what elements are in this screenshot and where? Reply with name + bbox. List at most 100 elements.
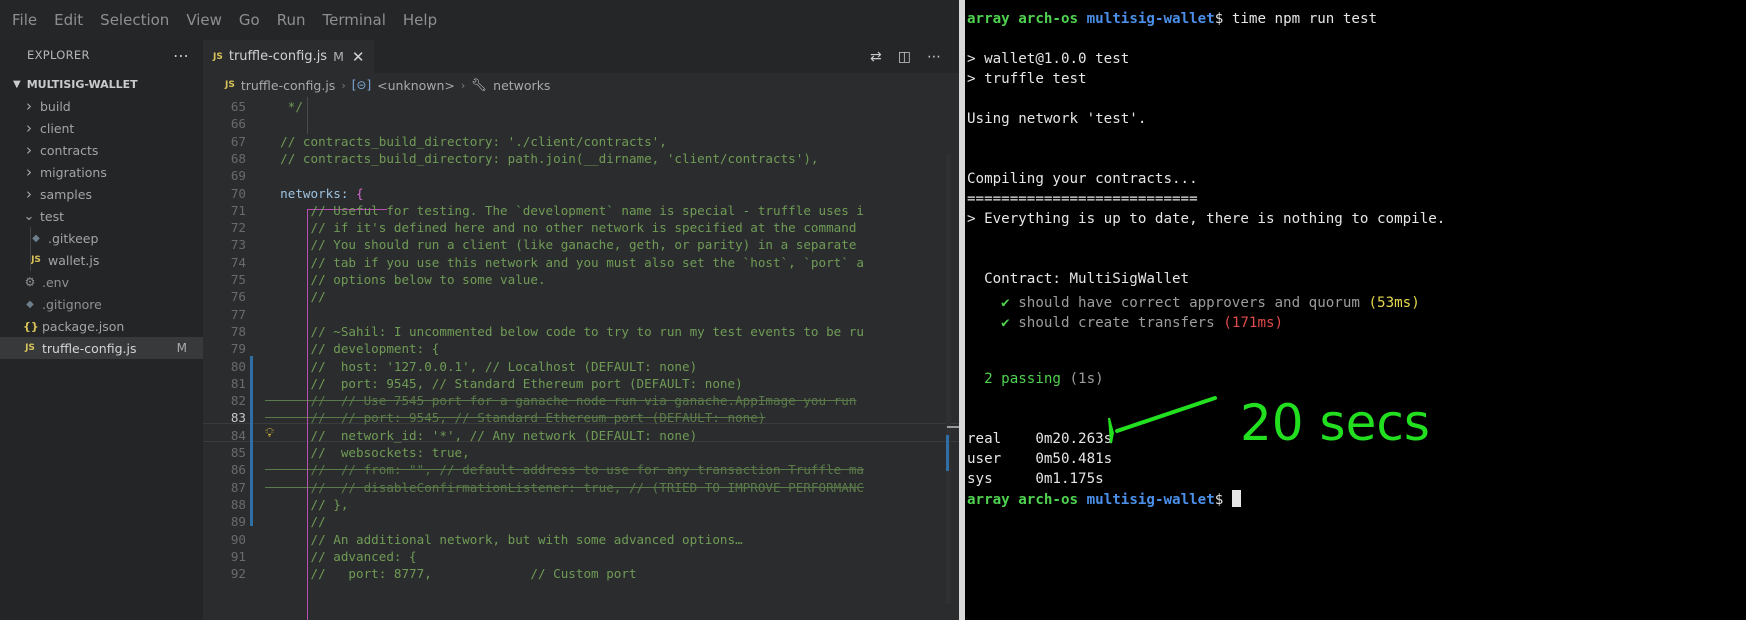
tree-item-label: package.json [42, 318, 125, 334]
vscode-window: File Edit Selection View Go Run Terminal… [0, 0, 959, 620]
terminal-output-line: > Everything is up to date, there is not… [967, 211, 1446, 227]
line-number: 74 [230, 254, 246, 270]
code-editor[interactable]: 💡︎ 65 */66 67 // contracts_build_director… [203, 97, 959, 620]
code-text: // tab if you use this network and you m… [265, 254, 864, 270]
timing-real: real 0m20.263s [967, 429, 1112, 449]
tree-item-label: .gitkeep [48, 230, 99, 246]
code-text: // port: 8777, // Custom port [265, 566, 637, 582]
chevron-right-icon: › [26, 119, 32, 137]
menu-file[interactable]: File [12, 11, 37, 29]
menu-selection[interactable]: Selection [100, 11, 169, 29]
code-line: 65 */ [203, 97, 959, 116]
git-file-icon: ◆ [32, 232, 40, 244]
menu-help[interactable]: Help [403, 11, 437, 29]
terminal-output-line: Contract: MultiSigWallet [967, 271, 1190, 287]
line-number: 76 [230, 289, 246, 305]
line-number: 85 [230, 445, 246, 460]
code-text: // contracts_build_directory: './client/… [265, 133, 667, 149]
tree-item[interactable]: › contracts [0, 139, 203, 161]
more-actions-icon[interactable]: ⋯ [173, 46, 189, 65]
tree-item-label: samples [40, 186, 92, 202]
terminal-output-line: =========================== [967, 191, 1198, 207]
editor-actions: ⇄ ◫ ⋯ [870, 40, 959, 73]
tree-item[interactable]: ⚙ .env [0, 271, 203, 293]
line-number: 90 [230, 531, 246, 547]
code-line: 82 // // Use 7545 port for a ganache nod… [203, 391, 959, 410]
timing-user: user 0m50.481s [967, 449, 1112, 469]
check-icon: ✔ [1001, 295, 1010, 311]
code-text: // You should run a client (like ganache… [265, 237, 857, 253]
line-number: 69 [230, 168, 246, 184]
code-token: networks: [265, 185, 356, 201]
breadcrumb-networks[interactable]: networks [493, 78, 550, 93]
code-line: 68 // contracts_build_directory: path.jo… [203, 149, 959, 168]
menu-view[interactable]: View [186, 11, 222, 29]
code-line: 89 // [203, 512, 959, 531]
line-number: 77 [230, 306, 246, 322]
code-line: 84 // network_id: '*', // Any network (D… [203, 426, 959, 445]
editor-area: JS truffle-config.js M ✕ ⇄ ◫ ⋯ JS truffl… [203, 40, 959, 620]
chevron-right-icon: › [26, 97, 32, 115]
code-line: 91 // advanced: { [203, 547, 959, 566]
line-number: 68 [230, 150, 246, 166]
js-file-icon: JS [25, 343, 35, 353]
tree-item[interactable]: ⌄ test [0, 205, 203, 227]
tab-truffle-config[interactable]: JS truffle-config.js M ✕ [203, 40, 375, 73]
tree-item[interactable]: › client [0, 117, 203, 139]
tree-item[interactable]: JS truffle-config.js M [0, 337, 203, 359]
tree-item[interactable]: › build [0, 95, 203, 117]
code-text: // websockets: true, [265, 445, 470, 460]
prompt-symbol: $ [1214, 11, 1224, 27]
open-changes-icon[interactable]: ⇄ [870, 49, 882, 65]
tab-label: truffle-config.js [228, 49, 328, 64]
breadcrumb-unknown[interactable]: <unknown> [377, 78, 455, 93]
code-text: // // port: 9545, // Standard Ethereum p… [265, 410, 766, 426]
menu-edit[interactable]: Edit [54, 11, 83, 29]
project-root[interactable]: ▼ MULTISIG-WALLET [0, 73, 203, 95]
tree-item[interactable]: {} package.json [0, 315, 203, 337]
arrow-shaft [1115, 396, 1217, 433]
tree-item[interactable]: ◆ .gitignore [0, 293, 203, 315]
more-actions-icon[interactable]: ⋯ [927, 49, 941, 65]
tree-item[interactable]: ◆ .gitkeep [0, 227, 203, 249]
line-number: 83 [230, 410, 246, 426]
code-text: // if it's defined here and no other net… [265, 220, 857, 236]
code-text: // }, [265, 496, 349, 512]
js-file-icon: JS [225, 80, 235, 90]
wrench-icon: 🔧︎ [471, 77, 488, 92]
code-text: // advanced: { [265, 548, 417, 564]
tree-item[interactable]: › samples [0, 183, 203, 205]
breadcrumb-file[interactable]: truffle-config.js [241, 78, 335, 93]
code-text: // development: { [265, 341, 440, 357]
code-line: 77 [203, 305, 959, 324]
passing-time: (1s) [1069, 371, 1104, 387]
tree-item[interactable]: JS wallet.js [0, 249, 203, 271]
code-line: 86 // // from: "", // default address to… [203, 460, 959, 479]
symbol-variable-icon: [⊝] [351, 78, 372, 92]
line-number: 71 [230, 202, 246, 218]
line-number: 67 [230, 133, 246, 149]
code-line: 75 // options below to some value. [203, 270, 959, 289]
code-text: networks: { [265, 185, 364, 201]
code-line: 74 // tab if you use this network and yo… [203, 253, 959, 272]
split-editor-icon[interactable]: ◫ [898, 49, 911, 65]
menu-run[interactable]: Run [277, 11, 306, 29]
tree-item-label: wallet.js [48, 252, 100, 268]
chevron-right-icon: › [26, 163, 32, 181]
code-line: 70 networks: { [203, 184, 959, 203]
code-text: // options below to some value. [265, 272, 546, 287]
test-time: (53ms) [1368, 295, 1420, 311]
chevron-right-icon: › [341, 78, 346, 92]
close-icon[interactable]: ✕ [352, 48, 365, 66]
test-result-1: ✔ should have correct approvers and quor… [967, 293, 1420, 313]
terminal-window[interactable]: array arch-os multisig-wallet$ time npm … [965, 0, 1746, 620]
json-file-icon: {} [23, 319, 39, 333]
tree-item-label: .env [42, 274, 69, 290]
line-number: 87 [230, 479, 246, 495]
tree-item-label: test [40, 208, 65, 224]
code-line: 88 // }, [203, 495, 959, 514]
code-token: { [356, 185, 364, 201]
menu-go[interactable]: Go [239, 11, 260, 29]
tree-item[interactable]: › migrations [0, 161, 203, 183]
menu-terminal[interactable]: Terminal [323, 11, 386, 29]
